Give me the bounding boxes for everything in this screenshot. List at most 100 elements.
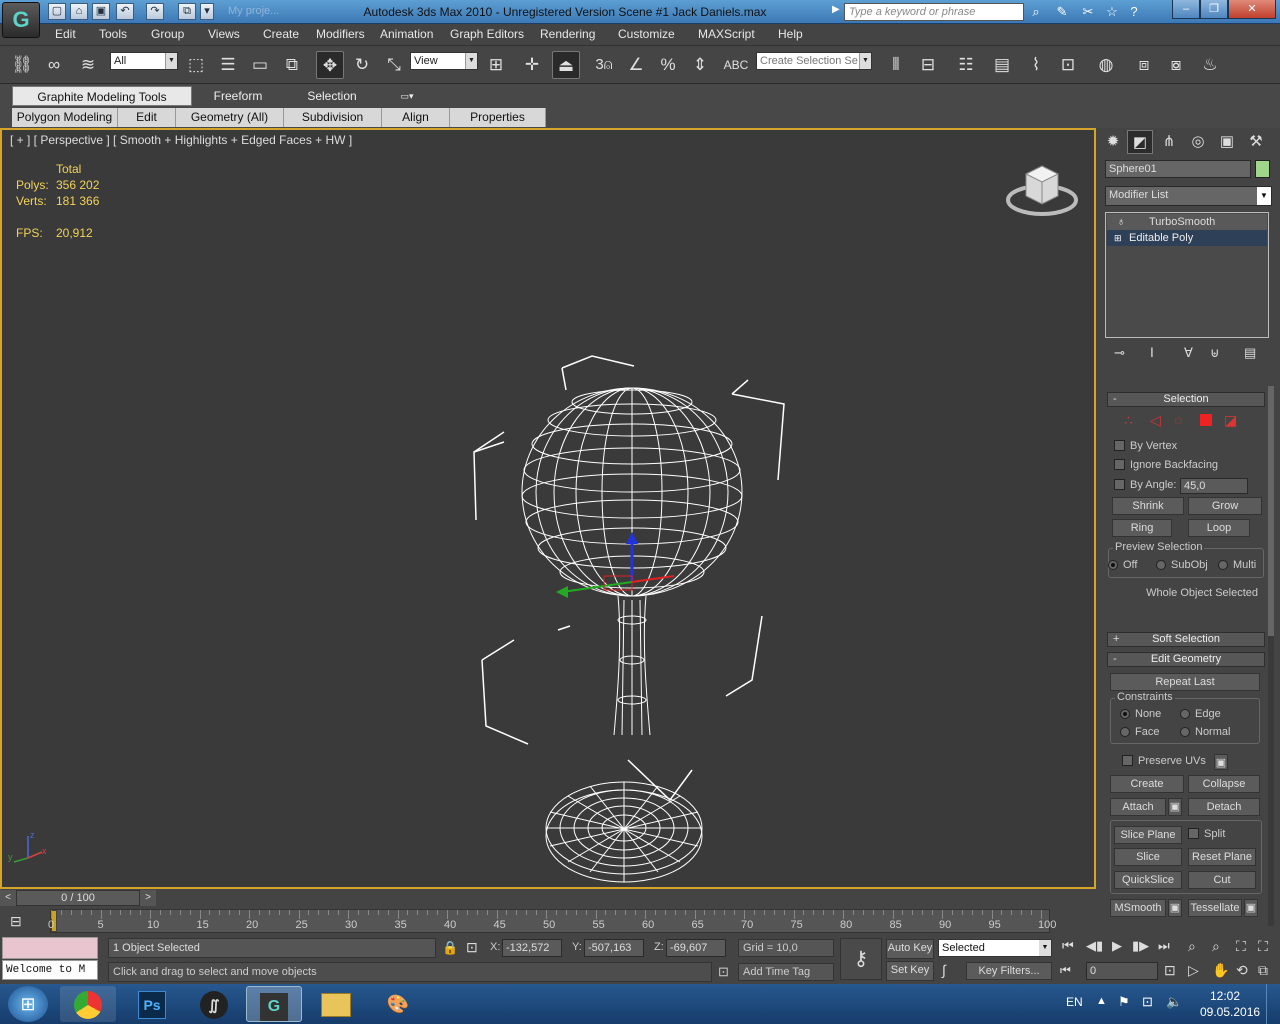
graphite-toggle-icon[interactable]: ▤ — [988, 51, 1016, 79]
hierarchy-panel-icon[interactable]: ⋔ — [1156, 130, 1182, 154]
favorites-star-icon[interactable]: ☆ — [1102, 3, 1122, 20]
bind-space-warp-icon[interactable]: ≋ — [74, 51, 102, 79]
show-end-result-icon[interactable]: Ⅰ — [1150, 345, 1154, 361]
maxscript-listener-mini[interactable] — [2, 937, 98, 959]
make-unique-icon[interactable]: ∀ — [1184, 345, 1193, 361]
border-level-icon[interactable]: ◌ — [1174, 412, 1182, 428]
menu-graph-editors[interactable]: Graph Editors — [450, 27, 524, 41]
pivot-point-icon[interactable]: ⊞ — [482, 51, 510, 79]
selection-filter-dropdown[interactable]: All ▼ — [110, 52, 178, 70]
polygon-level-icon[interactable] — [1200, 414, 1212, 426]
lightbulb-icon[interactable]: ♁ — [1117, 214, 1125, 230]
select-and-scale-icon[interactable]: ⤡ — [380, 51, 408, 79]
time-slider[interactable]: 0 / 100 — [16, 890, 140, 906]
selection-rollout-header[interactable]: - Selection — [1107, 392, 1265, 407]
angle-snap-icon[interactable]: ∠ — [622, 51, 650, 79]
subtab-geometry-all[interactable]: Geometry (All) — [176, 108, 284, 127]
subtab-align[interactable]: Align — [382, 108, 450, 127]
pin-stack-icon[interactable]: ⊸ — [1114, 345, 1125, 361]
menu-edit[interactable]: Edit — [55, 27, 76, 41]
select-and-rotate-icon[interactable]: ↻ — [348, 51, 376, 79]
configure-sets-icon[interactable]: ▤ — [1244, 345, 1256, 361]
modify-panel-icon[interactable]: ◩ — [1127, 130, 1153, 154]
percent-snap-icon[interactable]: % — [654, 51, 682, 79]
modifier-stack[interactable]: ♁ TurboSmooth ⊞ Editable Poly — [1105, 212, 1269, 338]
spinner-snap-icon[interactable]: ⇕ — [686, 51, 714, 79]
open-file-icon[interactable]: ⌂ — [70, 3, 88, 20]
taskbar-3dsmax-icon[interactable]: G — [246, 986, 302, 1022]
move-gizmo-icon[interactable] — [542, 530, 682, 620]
redo-icon[interactable]: ↷ — [146, 3, 164, 20]
by-angle-checkbox[interactable]: By Angle: — [1114, 479, 1176, 491]
subtab-subdivision[interactable]: Subdivision — [284, 108, 382, 127]
viewcube-icon[interactable] — [1004, 160, 1080, 224]
select-and-link-icon[interactable]: ⛓ — [8, 51, 36, 79]
select-manipulate-icon[interactable]: ✛ — [518, 51, 546, 79]
window-crossing-icon[interactable]: ⧉ — [278, 51, 306, 79]
binoculars-icon[interactable]: ⌕ — [1026, 3, 1046, 20]
y-coordinate-field[interactable]: -507,163 — [584, 939, 644, 957]
object-name-field[interactable]: Sphere01 — [1105, 160, 1251, 178]
tab-graphite-modeling-tools[interactable]: Graphite Modeling Tools — [12, 86, 192, 106]
start-button-icon[interactable]: ⊞ — [8, 986, 48, 1022]
tab-selection[interactable]: Selection — [286, 86, 378, 106]
track-bar-toggle-icon[interactable]: ⊟ — [10, 913, 22, 930]
set-key-mode-icon[interactable]: ⚷ — [840, 938, 882, 980]
maximize-button[interactable]: ❐ — [1200, 0, 1228, 19]
zoom-icon[interactable]: ⌕ — [1188, 938, 1196, 955]
app-logo-icon[interactable]: G — [2, 2, 40, 38]
subtab-properties[interactable]: Properties — [450, 108, 546, 127]
attach-button[interactable]: Attach — [1110, 798, 1166, 816]
menu-modifiers[interactable]: Modifiers — [316, 27, 365, 41]
taskbar-unreal-icon[interactable]: ∬ — [186, 986, 242, 1022]
attach-list-icon[interactable]: ▣ — [1168, 798, 1182, 816]
reference-coordinate-dropdown[interactable]: View ▼ — [410, 52, 478, 70]
ribbon-options-icon[interactable]: ▭▾ — [398, 86, 416, 106]
help-icon[interactable]: ? — [1124, 3, 1144, 20]
keyboard-shortcut-override-icon[interactable]: ⏏ — [552, 51, 580, 79]
maxscript-input[interactable]: Welcome to M — [2, 960, 98, 980]
snaps-toggle-icon[interactable]: 3⍝ — [590, 51, 618, 79]
prev-frame-arrow[interactable]: < — [0, 890, 16, 906]
taskbar-photoshop-icon[interactable]: Ps — [124, 986, 180, 1022]
select-object-icon[interactable]: ⬚ — [182, 51, 210, 79]
tray-expand-icon[interactable]: ▲ — [1096, 995, 1107, 1007]
by-angle-spinner[interactable]: 45,0 — [1180, 478, 1248, 494]
zoom-all-icon[interactable]: ⌕ — [1212, 938, 1220, 955]
x-coordinate-field[interactable]: -132,572 — [502, 939, 562, 957]
menu-views[interactable]: Views — [208, 27, 240, 41]
taskbar-explorer-icon[interactable] — [308, 986, 364, 1022]
taskbar-paint-icon[interactable]: 🎨 — [370, 986, 426, 1022]
new-file-icon[interactable]: ▢ — [48, 3, 66, 20]
align-icon[interactable]: ⊟ — [914, 51, 942, 79]
loop-button[interactable]: Loop — [1188, 519, 1250, 537]
menu-customize[interactable]: Customize — [618, 27, 675, 41]
named-selection-sets-dropdown[interactable]: Create Selection Se ▼ — [756, 52, 872, 70]
volume-icon[interactable]: 🔈 — [1166, 994, 1182, 1010]
play-icon[interactable]: ▶ — [1112, 938, 1122, 954]
collapse-button[interactable]: Collapse — [1188, 775, 1260, 793]
msmooth-button[interactable]: MSmooth — [1110, 899, 1166, 917]
shrink-button[interactable]: Shrink — [1112, 497, 1184, 515]
field-of-view-icon[interactable]: ▷ — [1188, 962, 1199, 979]
next-frame-arrow[interactable]: > — [140, 890, 156, 906]
edit-named-selection-icon[interactable]: ABC — [722, 51, 750, 79]
utilities-panel-icon[interactable]: ⚒ — [1243, 130, 1269, 154]
select-and-move-icon[interactable]: ✥ — [316, 51, 344, 79]
constraint-none-radio[interactable]: None — [1120, 708, 1161, 720]
modifier-list-dropdown[interactable]: Modifier List ▼ — [1105, 186, 1272, 206]
rendered-frame-window-icon[interactable]: ⧇ — [1162, 51, 1190, 79]
network-icon[interactable]: ⊡ — [1142, 994, 1153, 1010]
menu-animation[interactable]: Animation — [380, 27, 433, 41]
remove-modifier-icon[interactable]: ⊎ — [1210, 345, 1220, 361]
menu-maxscript[interactable]: MAXScript — [698, 27, 755, 41]
key-filters-button[interactable]: Key Filters... — [966, 962, 1052, 980]
key-mode-dropdown[interactable]: Selected ▼ — [938, 939, 1052, 957]
language-indicator[interactable]: EN — [1066, 995, 1083, 1009]
prev-key-icon[interactable]: ◀▮ — [1086, 938, 1103, 954]
auto-key-button[interactable]: Auto Key — [886, 939, 934, 959]
detach-button[interactable]: Detach — [1188, 798, 1260, 816]
preserve-uvs-settings-icon[interactable]: ▣ — [1214, 754, 1228, 770]
menu-tools[interactable]: Tools — [99, 27, 127, 41]
rectangular-selection-icon[interactable]: ▭ — [246, 51, 274, 79]
